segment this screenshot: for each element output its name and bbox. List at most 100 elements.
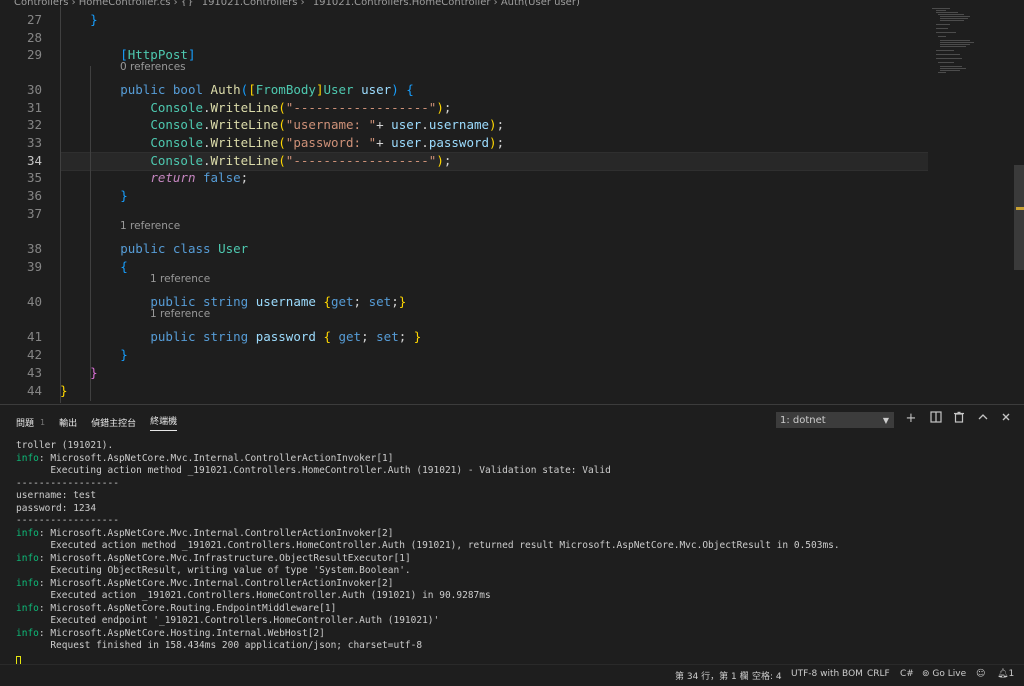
tab-terminal[interactable]: 終端機: [150, 413, 178, 431]
line-number[interactable]: 30: [0, 82, 42, 97]
minimap-line: [940, 16, 970, 17]
code-line[interactable]: Console.WriteLine("password: "+ user.pas…: [60, 135, 504, 150]
minimap-line: [940, 18, 968, 19]
terminal-line: Request finished in 158.434ms 200 applic…: [16, 640, 1016, 653]
terminal-line: Executed action method _191021.Controlle…: [16, 540, 1016, 553]
problems-count-badge: 1: [40, 417, 46, 427]
code-token: public: [150, 294, 196, 309]
code-token: (: [278, 153, 286, 168]
code-token: }: [90, 12, 98, 27]
code-token: }: [413, 329, 422, 344]
line-number[interactable]: 40: [0, 294, 42, 309]
code-line[interactable]: public class User: [60, 241, 248, 256]
minimap-line: [936, 50, 954, 51]
code-token: Console: [150, 100, 203, 115]
code-token: {: [406, 82, 414, 97]
split-icon[interactable]: [928, 411, 944, 427]
line-number[interactable]: 38: [0, 241, 42, 256]
line-number[interactable]: 45: [0, 400, 42, 403]
terminal-line: Executing action method _191021.Controll…: [16, 465, 1016, 478]
tab-label: 終端機: [150, 417, 178, 427]
code-token: Console: [150, 117, 203, 132]
code-line[interactable]: {: [60, 259, 128, 274]
line-number[interactable]: 39: [0, 259, 42, 274]
code-token: WriteLine: [210, 153, 279, 168]
editor-scrollbar[interactable]: [1014, 165, 1024, 270]
line-number[interactable]: 41: [0, 329, 42, 344]
code-token: ;: [443, 100, 452, 115]
code-line[interactable]: }: [60, 383, 68, 398]
code-line[interactable]: }: [60, 347, 128, 362]
line-number[interactable]: 36: [0, 188, 42, 203]
line-number[interactable]: 29: [0, 47, 42, 62]
indent-guide: [90, 66, 91, 401]
tab-output[interactable]: 輸出: [59, 413, 77, 431]
line-number[interactable]: 42: [0, 347, 42, 362]
terminal-line: ------------------: [16, 478, 1016, 491]
minimap-line: [940, 70, 960, 71]
encoding[interactable]: UTF-8 with BOM: [791, 669, 863, 679]
code-line[interactable]: public string username {get; set;}: [60, 294, 406, 309]
codelens-references[interactable]: 1 reference: [150, 273, 210, 285]
terminal-line: info: Microsoft.AspNetCore.Mvc.Internal.…: [16, 578, 1016, 591]
line-number[interactable]: 44: [0, 383, 42, 398]
code-line[interactable]: Console.WriteLine("------------------");: [60, 100, 451, 115]
code-line[interactable]: }: [60, 12, 98, 27]
log-level-tag: info: [16, 527, 39, 539]
line-number[interactable]: 32: [0, 117, 42, 132]
code-editor[interactable]: 27 } 28 29 [HttpPost] 30 0 references public…: [0, 6, 1014, 403]
close-icon[interactable]: [998, 411, 1014, 427]
codelens-references[interactable]: 1 reference: [120, 220, 180, 232]
code-line[interactable]: Console.WriteLine("username: "+ user.use…: [60, 117, 504, 132]
code-line[interactable]: Console.WriteLine("------------------");: [60, 153, 451, 168]
terminal-select[interactable]: 1: dotnet ▼: [776, 412, 894, 428]
language-mode[interactable]: C#: [900, 669, 914, 679]
code-token: .: [203, 100, 211, 115]
code-token: "------------------": [285, 100, 437, 115]
terminal-text: : Microsoft.AspNetCore.Mvc.Internal.Cont…: [38, 527, 394, 539]
terminal-output[interactable]: troller (191021). info: Microsoft.AspNetC…: [16, 440, 1016, 667]
line-number[interactable]: 37: [0, 206, 42, 221]
code-line[interactable]: public string password { get; set; }: [60, 329, 421, 344]
minimap-line: [938, 14, 964, 15]
line-number[interactable]: 35: [0, 170, 42, 185]
code-line[interactable]: public bool Auth([FromBody]User user) {: [60, 82, 414, 97]
codelens-references[interactable]: 1 reference: [150, 308, 210, 320]
line-number[interactable]: 33: [0, 135, 42, 150]
minimap[interactable]: [928, 6, 1014, 86]
terminal-text: Executed action method _191021.Controlle…: [16, 540, 840, 551]
terminal-text: Executing action method _191021.Controll…: [16, 465, 611, 476]
plus-icon[interactable]: +: [903, 411, 919, 427]
line-ending[interactable]: CRLF: [867, 669, 890, 679]
trash-icon[interactable]: [951, 411, 967, 427]
line-number[interactable]: 31: [0, 100, 42, 115]
bell-icon: 🔔︎: [997, 669, 1009, 679]
code-token: WriteLine: [210, 135, 279, 150]
feedback-icon[interactable]: ☺: [976, 669, 985, 679]
chevron-up-icon[interactable]: [975, 411, 991, 427]
code-line[interactable]: }: [60, 188, 128, 203]
tab-problems[interactable]: 問題 1: [16, 413, 45, 431]
minimap-line: [938, 62, 954, 63]
tab-debug-console[interactable]: 偵錯主控台: [91, 413, 136, 431]
minimap-line: [936, 58, 962, 59]
cursor-position[interactable]: 第 34 行，第 1 欄: [675, 669, 749, 682]
go-live-button[interactable]: ⊚ Go Live: [922, 669, 966, 679]
code-line[interactable]: return false;: [60, 170, 248, 185]
terminal-line: Executed action _191021.Controllers.Home…: [16, 590, 1016, 603]
code-line[interactable]: [HttpPost]: [60, 47, 195, 62]
notifications-button[interactable]: 🔔︎1: [997, 669, 1014, 679]
line-number[interactable]: 28: [0, 30, 42, 45]
line-number[interactable]: 43: [0, 365, 42, 380]
code-line[interactable]: }: [60, 365, 98, 380]
line-number[interactable]: 34: [0, 153, 42, 168]
line-number[interactable]: 27: [0, 12, 42, 27]
codelens-references[interactable]: 0 references: [120, 61, 186, 73]
indentation[interactable]: 空格: 4: [752, 669, 782, 682]
